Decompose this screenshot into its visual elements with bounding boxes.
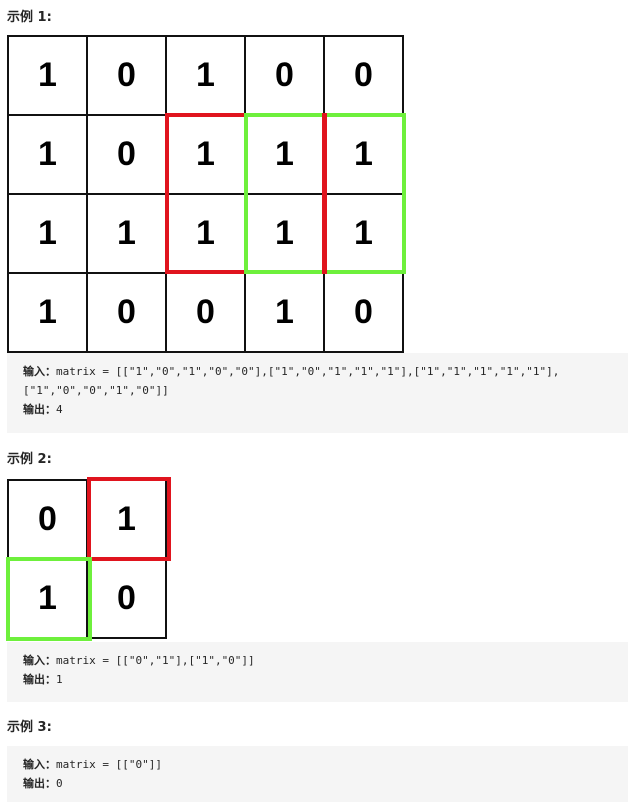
matrix-row: 1 1 1 1 1: [9, 195, 404, 274]
matrix-cell: 1: [246, 116, 325, 195]
matrix-row: 1 0 1 0 0: [9, 37, 404, 116]
matrix-cell: 1: [167, 116, 246, 195]
matrix-cell: 0: [88, 116, 167, 195]
example-3-title: 示例 3:: [7, 720, 52, 735]
matrix-cell: 1: [9, 37, 88, 116]
output-value: 4: [56, 403, 63, 416]
matrix-cell: 1: [246, 195, 325, 274]
input-value-continued: ["1","0","0","1","0"]]: [23, 384, 169, 397]
input-label: 输入：: [23, 758, 56, 771]
input-label: 输入：: [23, 365, 56, 378]
output-value: 1: [56, 673, 63, 686]
matrix-cell: 0: [88, 560, 167, 639]
example-2-code-block: 输入：matrix = [["0","1"],["1","0"]] 输出：1: [7, 642, 628, 702]
matrix-cell: 1: [9, 274, 88, 353]
matrix-cell: 0: [88, 37, 167, 116]
example-3-code-block: 输入：matrix = [["0"]] 输出：0: [7, 746, 628, 802]
matrix-cell: 1: [246, 274, 325, 353]
matrix-cell: 0: [246, 37, 325, 116]
example-1-matrix: 1 0 1 0 0 1 0 1 1 1 1 1 1 1 1 1 0 0 1 0: [7, 35, 404, 353]
matrix-row: 1 0 0 1 0: [9, 274, 404, 353]
output-label: 输出：: [23, 673, 56, 686]
matrix-cell: 1: [325, 116, 404, 195]
output-label: 输出：: [23, 403, 56, 416]
matrix-cell: 0: [9, 481, 88, 560]
matrix-cell: 1: [88, 195, 167, 274]
input-value: matrix = [["0","1"],["1","0"]]: [56, 654, 255, 667]
matrix-cell: 1: [167, 37, 246, 116]
matrix-cell: 1: [9, 195, 88, 274]
matrix-row: 1 0 1 1 1: [9, 116, 404, 195]
example-1-title: 示例 1:: [7, 10, 52, 25]
matrix-cell: 0: [88, 274, 167, 353]
matrix-cell: 1: [9, 560, 88, 639]
matrix-cell: 1: [325, 195, 404, 274]
matrix-row: 0 1: [9, 481, 167, 560]
example-1-code-block: 输入：matrix = [["1","0","1","0","0"],["1",…: [7, 353, 628, 433]
matrix-cell: 1: [88, 481, 167, 560]
input-value: matrix = [["1","0","1","0","0"],["1","0"…: [56, 365, 560, 378]
matrix-cell: 0: [325, 37, 404, 116]
matrix-cell: 1: [167, 195, 246, 274]
example-2-matrix: 0 1 1 0: [7, 479, 167, 639]
input-label: 输入：: [23, 654, 56, 667]
matrix-row: 1 0: [9, 560, 167, 639]
input-value: matrix = [["0"]]: [56, 758, 162, 771]
matrix-cell: 1: [9, 116, 88, 195]
matrix-cell: 0: [325, 274, 404, 353]
output-label: 输出：: [23, 777, 56, 790]
output-value: 0: [56, 777, 63, 790]
matrix-cell: 0: [167, 274, 246, 353]
example-2-title: 示例 2:: [7, 452, 52, 467]
